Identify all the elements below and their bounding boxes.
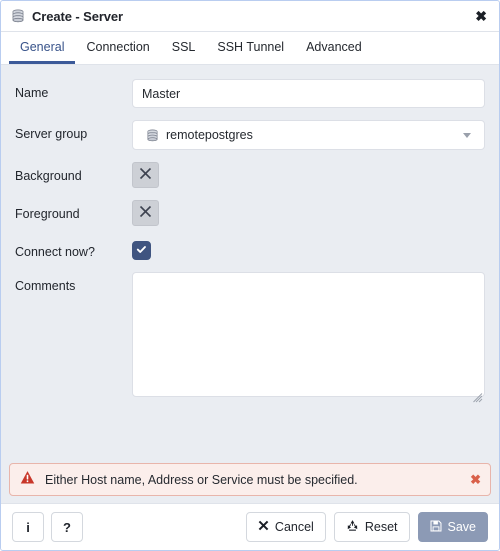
background-label: Background xyxy=(15,169,82,183)
foreground-field-wrap xyxy=(132,200,485,226)
server-group-field-wrap: remotepostgres xyxy=(132,120,485,150)
save-button-label: Save xyxy=(447,520,477,534)
tab-bar: General Connection SSL SSH Tunnel Advanc… xyxy=(1,32,499,65)
field-row-comments: Comments xyxy=(15,272,485,403)
title-group: Create - Server xyxy=(11,9,472,24)
name-field-wrap xyxy=(132,79,485,108)
connect-now-label: Connect now? xyxy=(15,245,95,259)
check-icon xyxy=(136,242,147,260)
server-stack-icon xyxy=(146,128,159,142)
dialog-titlebar: Create - Server ✖ xyxy=(1,1,499,32)
footer-left-group: i ? xyxy=(12,512,246,542)
comments-textarea[interactable] xyxy=(132,272,485,397)
name-label: Name xyxy=(15,86,49,100)
dialog-footer: i ? Cancel Reset Save xyxy=(1,503,499,550)
tab-general[interactable]: General xyxy=(9,32,76,64)
connect-now-checkbox[interactable] xyxy=(132,241,151,260)
comments-label: Comments xyxy=(15,279,76,293)
warning-triangle-icon xyxy=(20,470,35,490)
close-icon[interactable]: ✖ xyxy=(472,7,490,25)
field-row-background: Background xyxy=(15,162,485,188)
alert-close-icon[interactable]: ✖ xyxy=(470,473,481,486)
tab-ssh-tunnel[interactable]: SSH Tunnel xyxy=(206,32,295,64)
question-mark-icon: ? xyxy=(63,519,71,535)
foreground-label: Foreground xyxy=(15,207,80,221)
connect-now-field-wrap xyxy=(132,238,485,260)
alert-message: Either Host name, Address or Service mus… xyxy=(45,472,358,487)
field-row-server-group: Server group remotepostgres xyxy=(15,120,485,150)
info-button[interactable]: i xyxy=(12,512,44,542)
name-input[interactable] xyxy=(132,79,485,108)
field-row-foreground: Foreground xyxy=(15,200,485,226)
field-row-connect-now: Connect now? xyxy=(15,238,485,260)
help-button[interactable]: ? xyxy=(51,512,83,542)
cancel-button[interactable]: Cancel xyxy=(245,512,326,542)
reset-button[interactable]: Reset xyxy=(333,512,410,542)
comments-field-wrap xyxy=(132,272,485,403)
tab-ssl[interactable]: SSL xyxy=(161,32,207,64)
save-button[interactable]: Save xyxy=(417,512,488,542)
reset-button-label: Reset xyxy=(364,520,398,534)
server-group-selected-value: remotepostgres xyxy=(146,128,463,142)
info-icon: i xyxy=(26,519,30,535)
tab-connection[interactable]: Connection xyxy=(75,32,160,64)
create-server-dialog: Create - Server ✖ General Connection SSL… xyxy=(0,0,500,551)
tab-advanced[interactable]: Advanced xyxy=(295,32,373,64)
server-group-select[interactable]: remotepostgres xyxy=(132,120,485,150)
alert-container: Either Host name, Address or Service mus… xyxy=(1,463,499,503)
background-color-button[interactable] xyxy=(132,162,159,188)
general-tab-panel: Name Server group xyxy=(1,65,499,463)
field-row-name: Name xyxy=(15,79,485,108)
server-group-value-text: remotepostgres xyxy=(166,128,253,142)
x-icon xyxy=(138,166,153,184)
background-field-wrap xyxy=(132,162,485,188)
server-stack-icon xyxy=(11,9,25,23)
cancel-button-label: Cancel xyxy=(274,520,314,534)
floppy-disk-icon xyxy=(430,520,442,535)
foreground-color-button[interactable] xyxy=(132,200,159,226)
validation-alert: Either Host name, Address or Service mus… xyxy=(9,463,491,496)
dialog-title: Create - Server xyxy=(32,8,123,24)
x-icon xyxy=(138,204,153,222)
recycle-icon xyxy=(346,519,359,535)
server-group-label: Server group xyxy=(15,127,88,141)
x-icon xyxy=(258,520,269,534)
chevron-down-icon xyxy=(463,132,471,138)
footer-right-group: Cancel Reset Save xyxy=(245,512,488,542)
